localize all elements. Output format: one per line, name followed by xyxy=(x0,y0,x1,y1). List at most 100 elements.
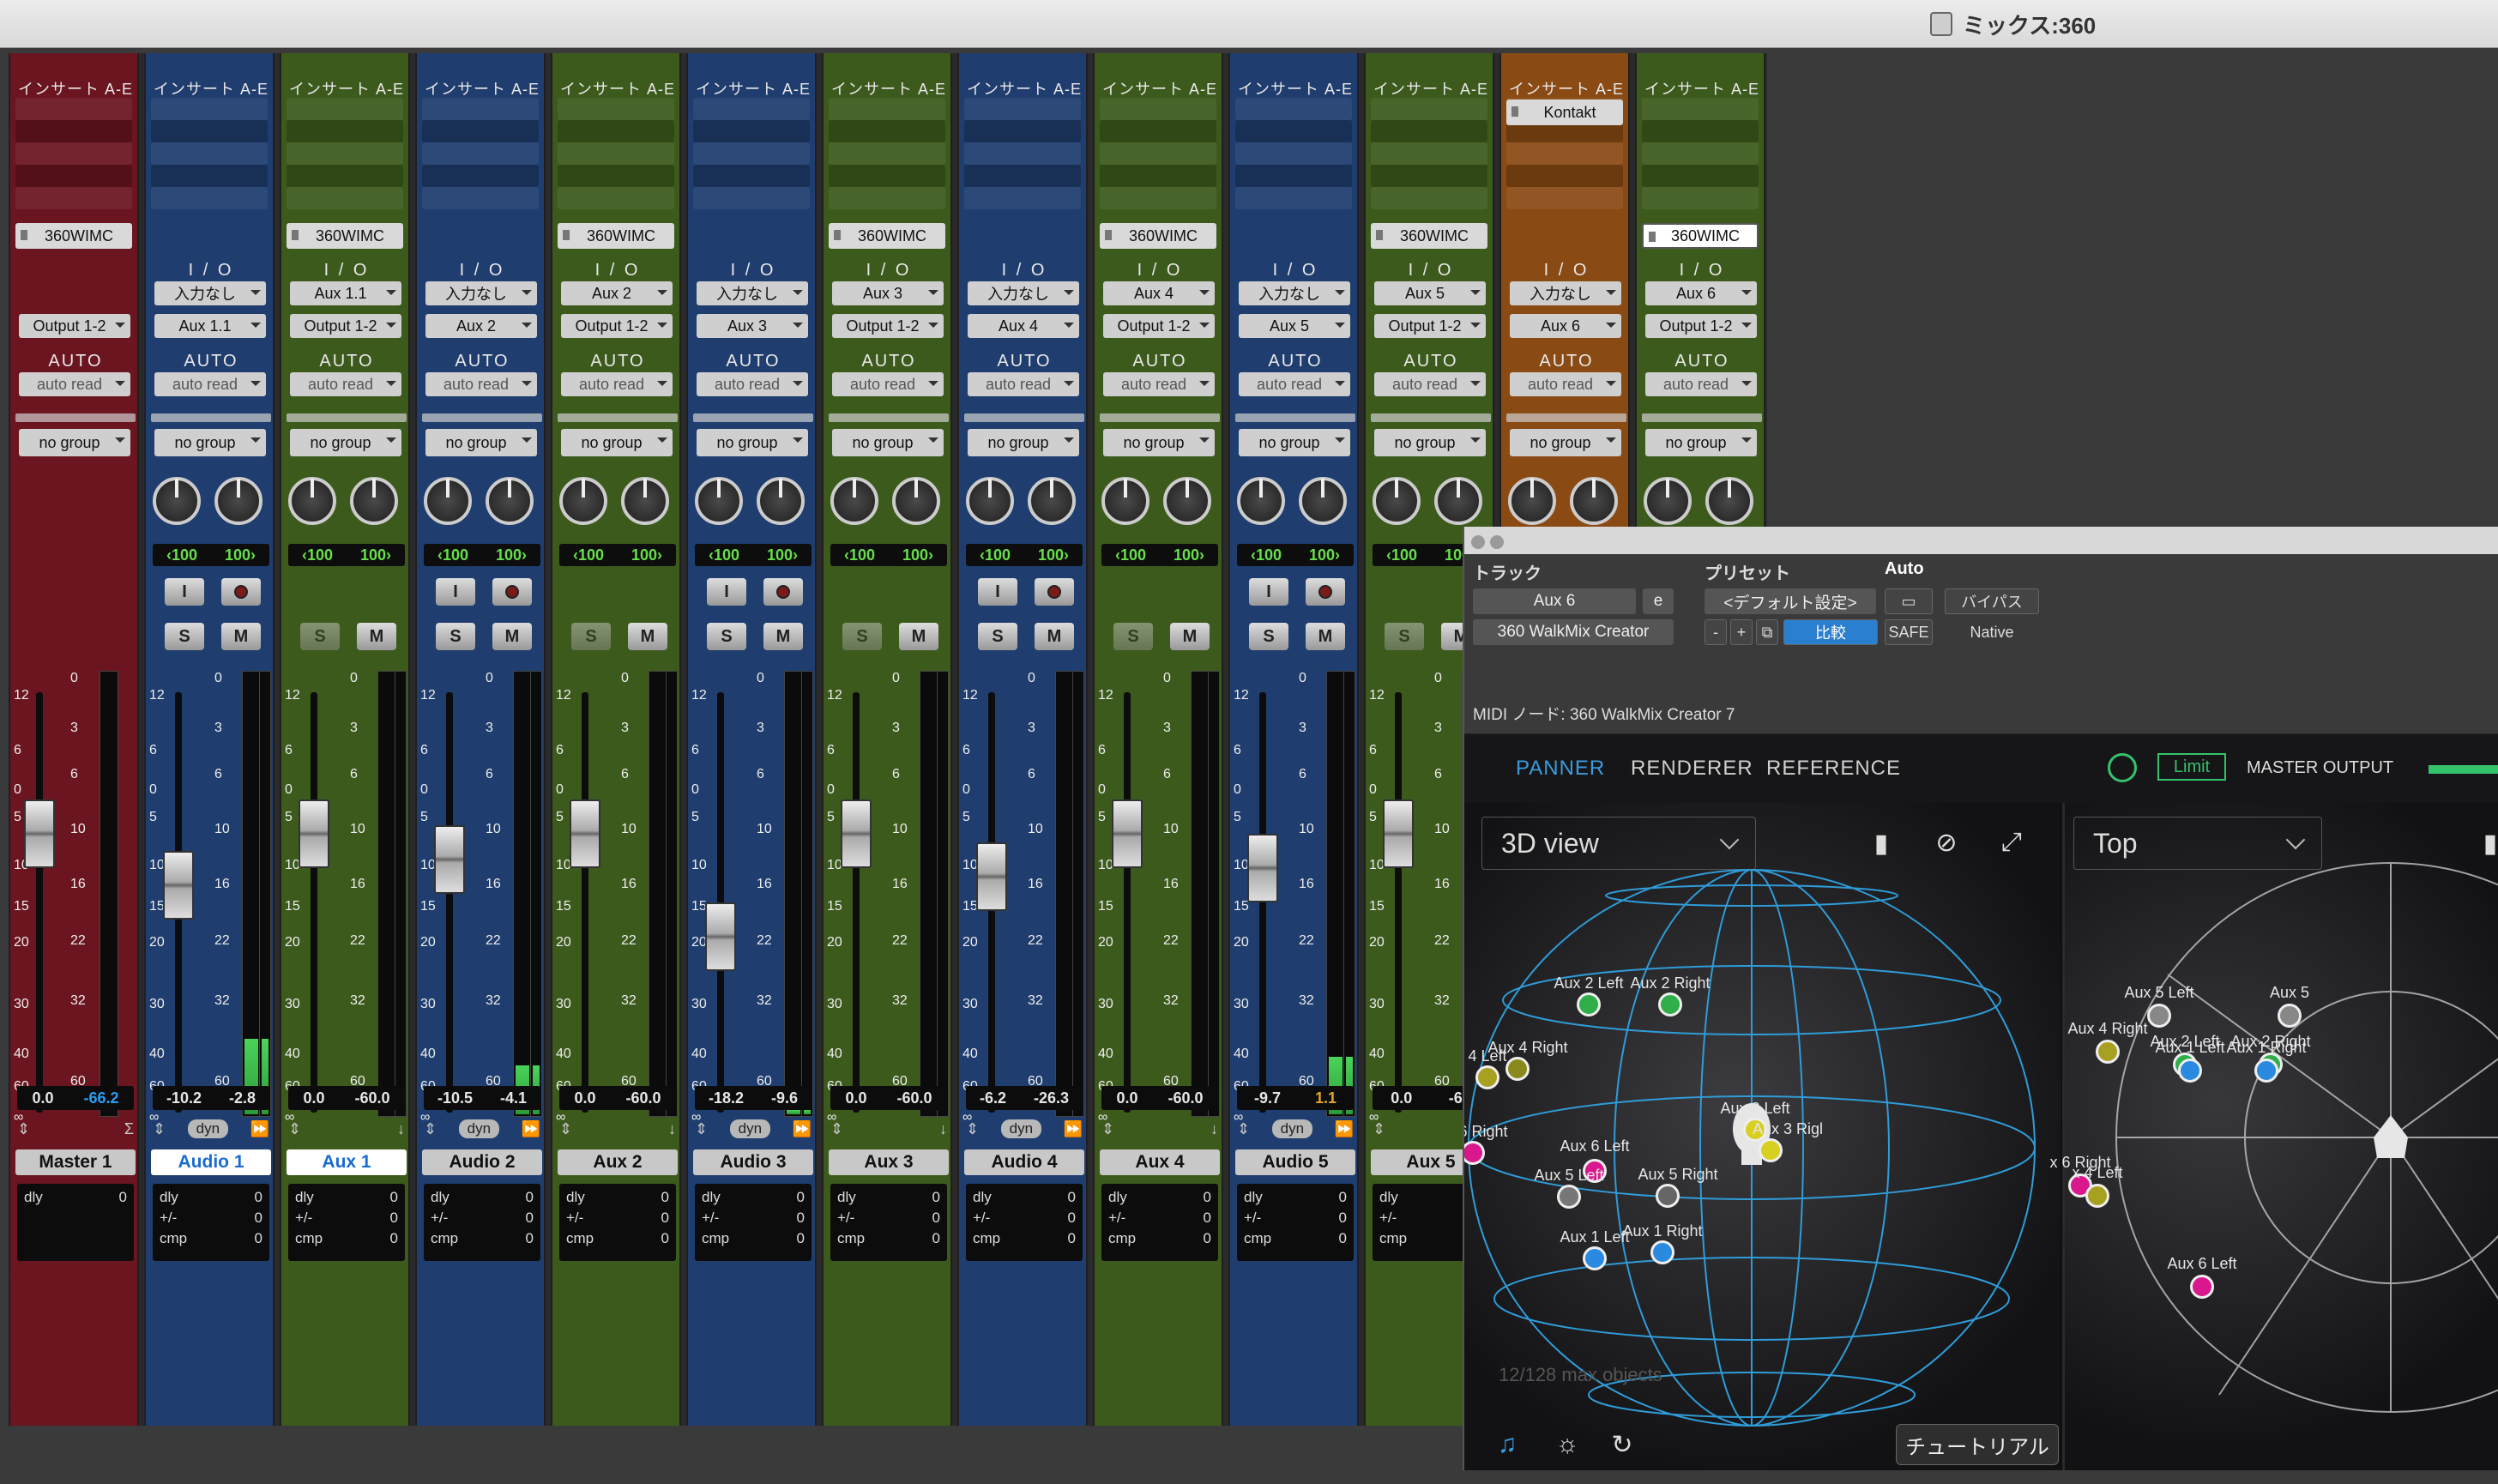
send-row[interactable]: dly 0 xyxy=(1244,1187,1347,1208)
send-row[interactable]: +/- 0 xyxy=(1108,1208,1211,1228)
track-name[interactable]: Aux 2 xyxy=(558,1149,678,1175)
plugin-titlebar[interactable] xyxy=(1464,527,2498,554)
arrow-icon[interactable]: ↓ xyxy=(1210,1120,1218,1138)
strip-comments[interactable] xyxy=(829,1273,949,1403)
group-selector[interactable]: no group xyxy=(154,429,266,456)
pan-knob-left[interactable] xyxy=(288,477,336,525)
sends-panel[interactable]: dly 0 +/- 0 cmp 0 xyxy=(153,1184,269,1261)
solo-button[interactable]: S xyxy=(165,623,204,650)
sound-object[interactable] xyxy=(2096,1040,2120,1064)
sends-panel[interactable]: dly 0 +/- 0 cmp 0 xyxy=(288,1184,405,1261)
send-row[interactable]: cmp 0 xyxy=(702,1228,805,1249)
pan-knob-right[interactable] xyxy=(350,477,398,525)
automation-mode-selector[interactable]: auto read xyxy=(1374,372,1486,396)
pan-knob-right[interactable] xyxy=(621,477,669,525)
send-row[interactable]: dly 0 xyxy=(566,1187,669,1208)
insert-slot[interactable] xyxy=(15,187,132,209)
sound-object[interactable] xyxy=(1759,1138,1783,1162)
mute-button[interactable]: M xyxy=(628,623,667,650)
strip-comments[interactable] xyxy=(15,1273,136,1403)
group-selector[interactable]: no group xyxy=(1645,429,1757,456)
insert-slot[interactable] xyxy=(1371,120,1487,142)
insert-slot[interactable] xyxy=(151,120,268,142)
record-button[interactable] xyxy=(1035,578,1074,606)
insert-slot[interactable] xyxy=(287,187,403,209)
volume-fader[interactable] xyxy=(570,799,600,868)
send-row[interactable]: dly 0 xyxy=(24,1187,127,1208)
input-selector[interactable]: Aux 3 xyxy=(832,281,944,305)
pan-knob-right[interactable] xyxy=(757,477,805,525)
insert-slot[interactable] xyxy=(558,187,674,209)
insert-plugin[interactable]: 360WIMC xyxy=(1371,223,1487,249)
compare-button[interactable]: 比較 xyxy=(1783,619,1878,645)
volume-fader[interactable] xyxy=(841,799,872,868)
dyn-button[interactable]: dyn xyxy=(1271,1119,1313,1138)
mute-button[interactable]: M xyxy=(1035,623,1074,650)
pan-knob-left[interactable] xyxy=(1101,477,1149,525)
track-selector[interactable]: Aux 6 xyxy=(1473,588,1636,614)
sends-panel[interactable]: dly 0 +/- 0 cmp 0 xyxy=(966,1184,1083,1261)
group-selector[interactable]: no group xyxy=(968,429,1079,456)
track-name[interactable]: Audio 1 xyxy=(151,1149,271,1175)
automation-mode-selector[interactable]: auto read xyxy=(1103,372,1215,396)
insert-slot[interactable] xyxy=(964,120,1081,142)
pan-knob-right[interactable] xyxy=(1570,477,1618,525)
input-monitor-button[interactable]: I xyxy=(165,578,204,606)
send-row[interactable]: cmp 0 xyxy=(1108,1228,1211,1249)
record-button[interactable] xyxy=(221,578,261,606)
insert-slot[interactable] xyxy=(1235,98,1352,120)
mute-button[interactable]: M xyxy=(492,623,532,650)
send-row[interactable]: cmp 0 xyxy=(431,1228,534,1249)
strip-comments[interactable] xyxy=(1100,1273,1220,1403)
volume-fader[interactable] xyxy=(976,842,1007,911)
automation-mode-selector[interactable]: auto read xyxy=(968,372,1079,396)
pan-knob-right[interactable] xyxy=(214,477,262,525)
track-name[interactable]: Master 1 xyxy=(15,1149,136,1175)
send-row[interactable]: cmp 0 xyxy=(160,1228,262,1249)
volume-fader[interactable] xyxy=(1112,799,1143,868)
solo-button[interactable]: S xyxy=(978,623,1017,650)
group-selector[interactable]: no group xyxy=(290,429,401,456)
send-row[interactable]: dly 0 xyxy=(837,1187,940,1208)
automation-mode-selector[interactable]: auto read xyxy=(832,372,944,396)
output-selector[interactable]: Output 1-2 xyxy=(19,314,130,338)
tab-renderer[interactable]: RENDERER xyxy=(1631,757,1753,781)
sound-object[interactable] xyxy=(1656,1184,1680,1208)
solo-button[interactable]: S xyxy=(1113,623,1153,650)
insert-plugin[interactable]: 360WIMC xyxy=(829,223,945,249)
insert-slot[interactable] xyxy=(422,187,539,209)
sound-object[interactable] xyxy=(1557,1185,1581,1209)
input-selector[interactable]: Aux 2 xyxy=(561,281,673,305)
insert-slot[interactable] xyxy=(422,165,539,187)
insert-slot[interactable] xyxy=(829,120,945,142)
sound-object[interactable] xyxy=(1505,1057,1530,1081)
insert-slot[interactable] xyxy=(964,98,1081,120)
track-name[interactable]: Aux 4 xyxy=(1100,1149,1220,1175)
sends-panel[interactable]: dly 0 +/- 0 cmp 0 xyxy=(1237,1184,1354,1261)
send-row[interactable]: cmp 0 xyxy=(973,1228,1076,1249)
track-name[interactable]: Audio 3 xyxy=(693,1149,813,1175)
headphones-icon[interactable]: ♫ xyxy=(1490,1427,1524,1462)
insert-slot[interactable] xyxy=(1235,187,1352,209)
insert-slot[interactable] xyxy=(693,142,810,165)
width-icon[interactable]: ⇕ xyxy=(559,1120,572,1138)
automation-mode-selector[interactable]: auto read xyxy=(1239,372,1350,396)
insert-slot[interactable] xyxy=(1642,165,1759,187)
input-monitor-button[interactable]: I xyxy=(436,578,475,606)
pan-knob-right[interactable] xyxy=(1028,477,1076,525)
pan-knob-left[interactable] xyxy=(1644,477,1692,525)
input-selector[interactable]: 入力なし xyxy=(968,281,1079,305)
insert-plugin[interactable]: 360WIMC xyxy=(558,223,674,249)
automation-mode-selector[interactable]: auto read xyxy=(1645,372,1757,396)
preset-plus-button[interactable]: + xyxy=(1730,619,1753,645)
send-row[interactable]: +/- 0 xyxy=(1244,1208,1347,1228)
input-monitor-button[interactable]: I xyxy=(707,578,746,606)
solo-button[interactable]: S xyxy=(571,623,611,650)
send-row[interactable]: cmp 0 xyxy=(295,1228,398,1249)
pan-knob-left[interactable] xyxy=(830,477,878,525)
insert-plugin[interactable]: 360WIMC xyxy=(1642,223,1759,249)
width-icon[interactable]: ⇕ xyxy=(695,1120,708,1138)
insert-slot[interactable] xyxy=(1100,165,1216,187)
width-icon[interactable]: ⇕ xyxy=(1101,1120,1114,1138)
insert-slot[interactable] xyxy=(1235,120,1352,142)
